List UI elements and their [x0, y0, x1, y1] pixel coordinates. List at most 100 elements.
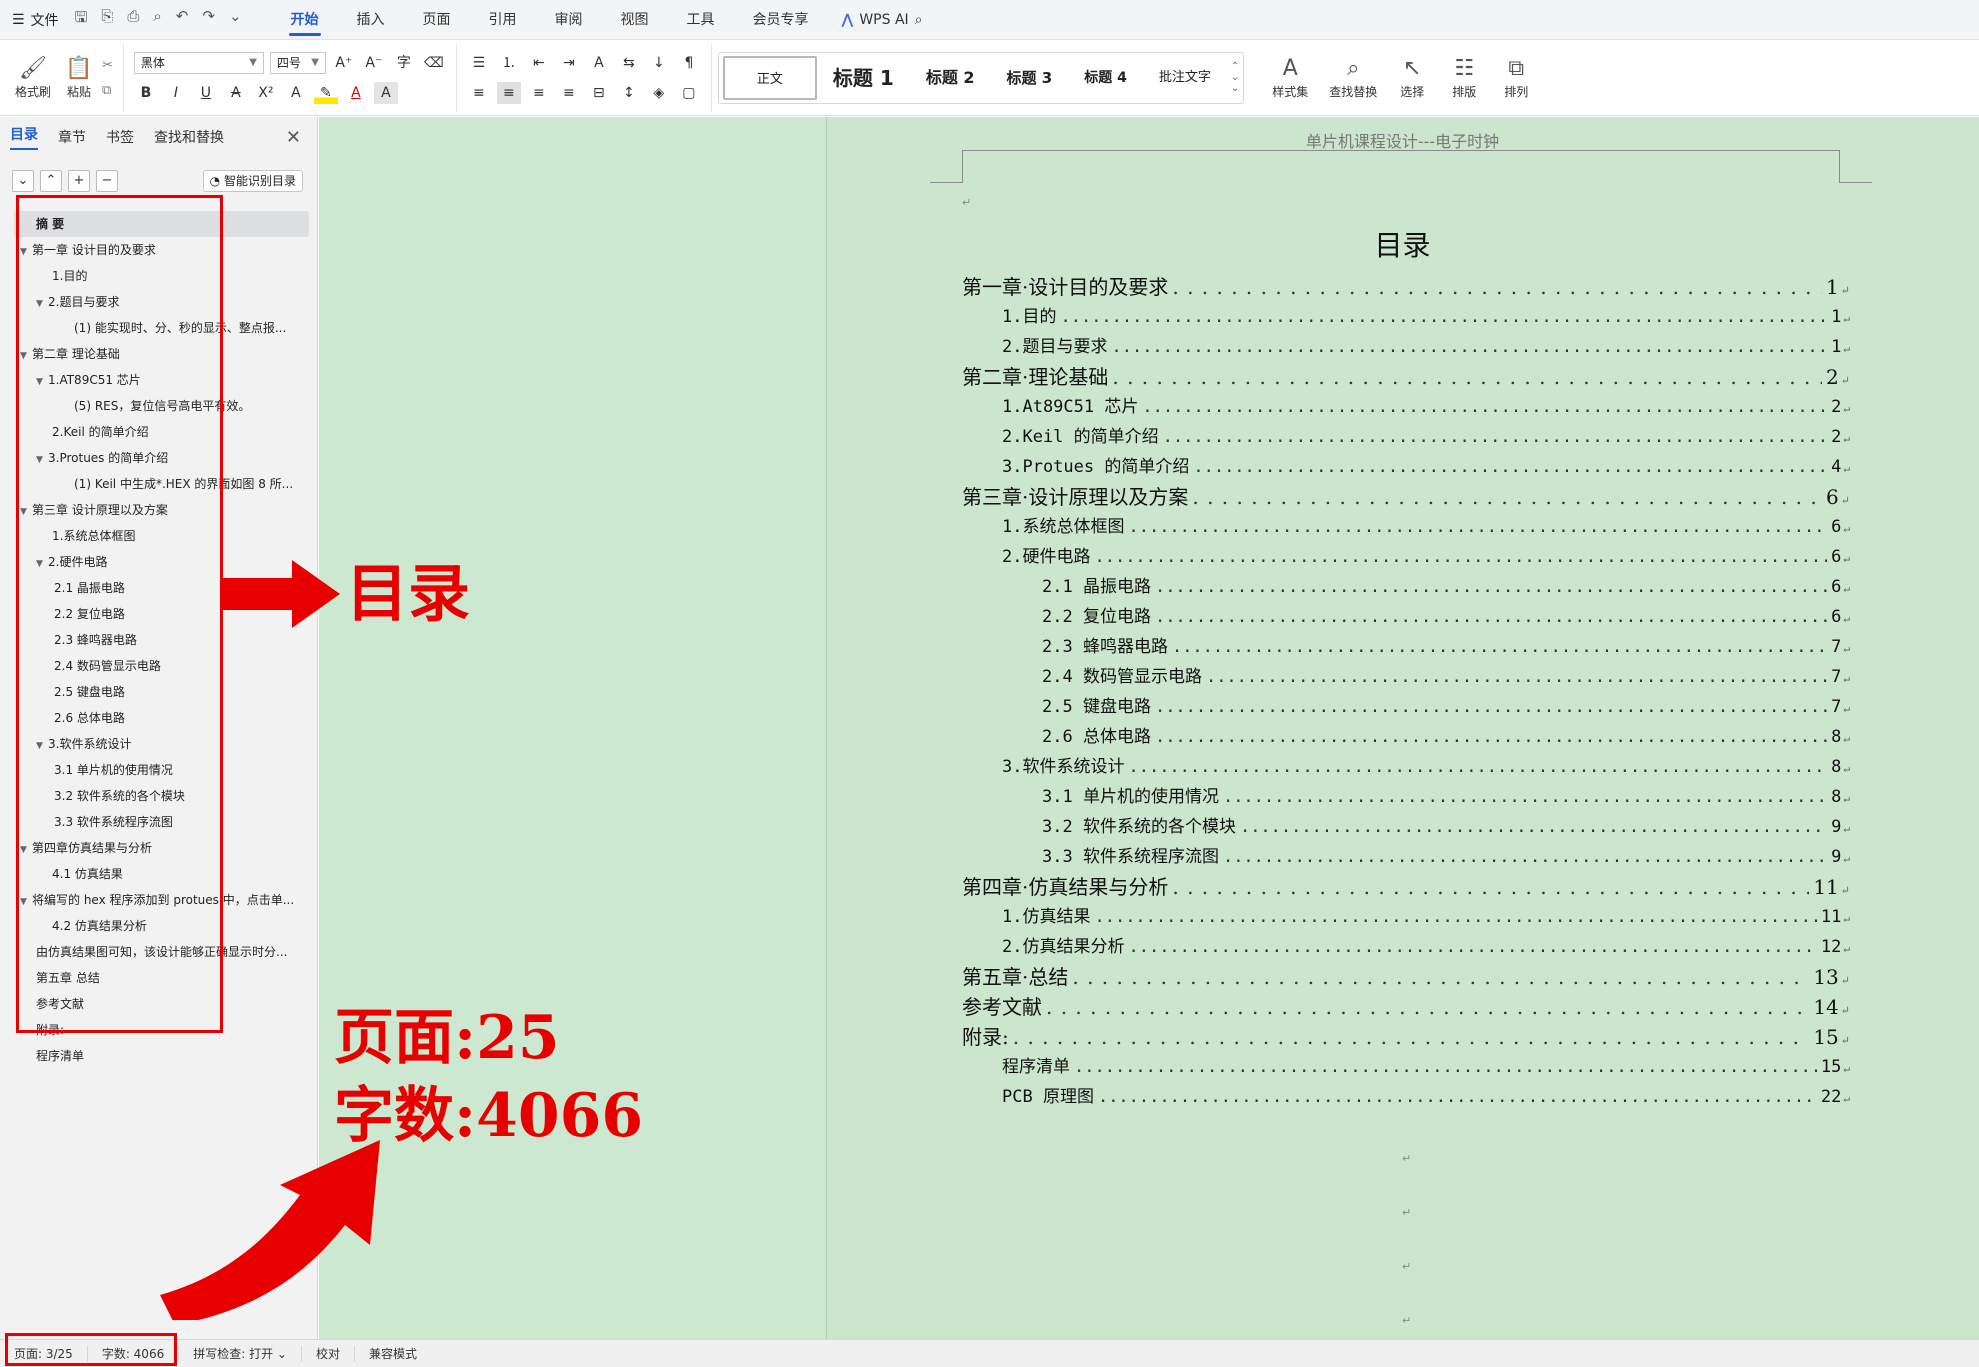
nav-toc-item[interactable]: 1.目的: [0, 263, 317, 289]
search-icon[interactable]: ⌕: [915, 12, 923, 28]
print-icon[interactable]: ⎙: [127, 7, 139, 32]
grow-font-icon[interactable]: A⁺: [332, 52, 356, 74]
nav-toc-item[interactable]: ▼ 第二章 理论基础: [0, 341, 317, 367]
doc-toc-entry[interactable]: PCB 原理图 22↵: [962, 1082, 1850, 1112]
doc-toc-entry[interactable]: 第三章·设计原理以及方案6↵: [962, 482, 1850, 512]
expand-triangle-icon[interactable]: ▼: [20, 239, 32, 263]
paste-button[interactable]: 📋 粘贴: [56, 48, 102, 108]
tab-7[interactable]: 会员专享: [734, 0, 828, 40]
nav-toc-item[interactable]: (1) 能实现时、分、秒的显示、整点报...: [0, 315, 317, 341]
nav-toc-item[interactable]: 由仿真结果图可知，该设计能够正确显示时分...: [0, 939, 317, 965]
doc-toc-entry[interactable]: 1.系统总体框图 6↵: [962, 512, 1850, 542]
doc-toc-entry[interactable]: 2.题目与要求 1↵: [962, 332, 1850, 362]
distribute-icon[interactable]: ⊟: [587, 82, 611, 104]
redo-icon[interactable]: ↷: [202, 7, 215, 32]
nav-toc-item[interactable]: 2.3 蜂鸣器电路: [0, 627, 317, 653]
nav-toc-item[interactable]: 程序清单: [0, 1043, 317, 1069]
doc-toc-entry[interactable]: 2.2 复位电路 6↵: [962, 602, 1850, 632]
find-replace-button[interactable]: ⌕ 查找替换: [1320, 48, 1386, 108]
select-button[interactable]: ↖ 选择: [1386, 48, 1438, 108]
status-spellcheck[interactable]: 拼写检查: 打开 ⌄: [179, 1345, 302, 1362]
doc-toc-entry[interactable]: 3.Protues 的简单介绍 4↵: [962, 452, 1850, 482]
nav-toc-item[interactable]: 摘 要: [14, 211, 309, 237]
phonetic-guide-icon[interactable]: 字: [392, 52, 416, 74]
doc-toc-entry[interactable]: 附录:15↵: [962, 1022, 1850, 1052]
bullets-icon[interactable]: ☰: [467, 52, 491, 74]
doc-toc-entry[interactable]: 3.2 软件系统的各个模块 9↵: [962, 812, 1850, 842]
style-1[interactable]: 标题 1: [817, 56, 910, 100]
font-color-icon[interactable]: A: [344, 82, 368, 104]
doc-toc-entry[interactable]: 2.仿真结果分析 12↵: [962, 932, 1850, 962]
nav-toc-item[interactable]: 附录:: [0, 1017, 317, 1043]
nav-toc-item[interactable]: ▼ 3.软件系统设计: [0, 731, 317, 757]
font-name-select[interactable]: 黑体 ▼: [133, 51, 264, 74]
doc-toc-entry[interactable]: 2.3 蜂鸣器电路 7↵: [962, 632, 1850, 662]
nav-toc-item[interactable]: 1.系统总体框图: [0, 523, 317, 549]
layout-button[interactable]: ☷ 排版: [1438, 48, 1490, 108]
expand-triangle-icon[interactable]: ▼: [20, 343, 32, 367]
doc-toc-entry[interactable]: 2.硬件电路 6↵: [962, 542, 1850, 572]
char-shading-icon[interactable]: A: [373, 81, 398, 104]
wps-ai-button[interactable]: ⋀ WPS AI ⌕: [842, 12, 923, 28]
tab-2[interactable]: 页面: [404, 0, 470, 40]
nav-toc-item[interactable]: ▼ 第三章 设计原理以及方案: [0, 497, 317, 523]
expand-triangle-icon[interactable]: ▼: [36, 733, 48, 757]
expand-triangle-icon[interactable]: ▼: [20, 499, 32, 523]
expand-triangle-icon[interactable]: ▼: [36, 447, 48, 471]
text-direction-icon[interactable]: ⇆: [617, 52, 641, 74]
doc-toc-entry[interactable]: 第五章·总结13↵: [962, 962, 1850, 992]
doc-toc-entry[interactable]: 1.仿真结果 11↵: [962, 902, 1850, 932]
nav-toc-item[interactable]: ▼ 第一章 设计目的及要求: [0, 237, 317, 263]
expand-triangle-icon[interactable]: ▼: [36, 291, 48, 315]
style-3[interactable]: 标题 3: [991, 56, 1069, 100]
tab-4[interactable]: 审阅: [536, 0, 602, 40]
doc-toc-entry[interactable]: 1.目的 1↵: [962, 302, 1850, 332]
nav-toc-item[interactable]: 参考文献: [0, 991, 317, 1017]
strikethrough-icon[interactable]: A: [224, 82, 248, 104]
cut-icon[interactable]: ✂: [102, 58, 113, 73]
doc-toc-entry[interactable]: 2.1 晶振电路 6↵: [962, 572, 1850, 602]
remove-level-icon[interactable]: −: [96, 170, 118, 192]
save-icon[interactable]: 🖫: [75, 7, 88, 32]
style-set-button[interactable]: A 样式集: [1260, 48, 1320, 108]
styles-scroll-icon[interactable]: ⌃ ⌄ ⌄: [1227, 61, 1239, 94]
nav-toc-item[interactable]: 3.1 单片机的使用情况: [0, 757, 317, 783]
nav-toc-item[interactable]: (5) RES，复位信号高电平有效。: [0, 393, 317, 419]
style-5[interactable]: 批注文字: [1143, 56, 1227, 100]
doc-toc-entry[interactable]: 2.6 总体电路 8↵: [962, 722, 1850, 752]
tab-3[interactable]: 引用: [470, 0, 536, 40]
italic-icon[interactable]: I: [164, 82, 188, 104]
decrease-indent-icon[interactable]: ⇤: [527, 52, 551, 74]
font-size-select[interactable]: 四号 ▼: [269, 51, 326, 74]
nav-tab-1[interactable]: 章节: [58, 127, 86, 147]
nav-tab-3[interactable]: 查找和替换: [154, 127, 224, 147]
status-words[interactable]: 字数: 4066: [88, 1345, 180, 1362]
style-2[interactable]: 标题 2: [910, 56, 991, 100]
file-menu[interactable]: ☰ 文件: [12, 10, 59, 30]
justify-icon[interactable]: ≡: [557, 82, 581, 104]
line-spacing-icon[interactable]: ↕: [617, 82, 641, 104]
increase-indent-icon[interactable]: ⇥: [557, 52, 581, 74]
nav-toc-item[interactable]: 4.1 仿真结果: [0, 861, 317, 887]
style-0[interactable]: 正文: [722, 55, 817, 100]
doc-toc-entry[interactable]: 第四章·仿真结果与分析11↵: [962, 872, 1850, 902]
expand-icon[interactable]: ⌄: [12, 170, 34, 192]
tab-5[interactable]: 视图: [602, 0, 668, 40]
nav-toc-item[interactable]: 2.5 键盘电路: [0, 679, 317, 705]
doc-toc-entry[interactable]: 参考文献14↵: [962, 992, 1850, 1022]
format-painter-button[interactable]: 🖌 格式刷: [10, 48, 56, 108]
align-center-icon[interactable]: ≡: [496, 81, 521, 104]
style-4[interactable]: 标题 4: [1068, 56, 1143, 100]
expand-triangle-icon[interactable]: ▼: [36, 369, 48, 393]
add-level-icon[interactable]: +: [68, 170, 90, 192]
doc-toc-entry[interactable]: 第一章·设计目的及要求1↵: [962, 272, 1850, 302]
sort-icon[interactable]: ↓: [647, 52, 671, 74]
borders-icon[interactable]: ▢: [677, 82, 701, 104]
underline-icon[interactable]: U: [194, 82, 218, 104]
numbering-icon[interactable]: ⒈: [497, 52, 521, 74]
tab-6[interactable]: 工具: [668, 0, 734, 40]
nav-toc-item[interactable]: 3.2 软件系统的各个模块: [0, 783, 317, 809]
nav-tab-0[interactable]: 目录: [10, 124, 38, 150]
status-page[interactable]: 页面: 3/25: [0, 1345, 88, 1362]
align-left-icon[interactable]: ≡: [467, 82, 491, 104]
